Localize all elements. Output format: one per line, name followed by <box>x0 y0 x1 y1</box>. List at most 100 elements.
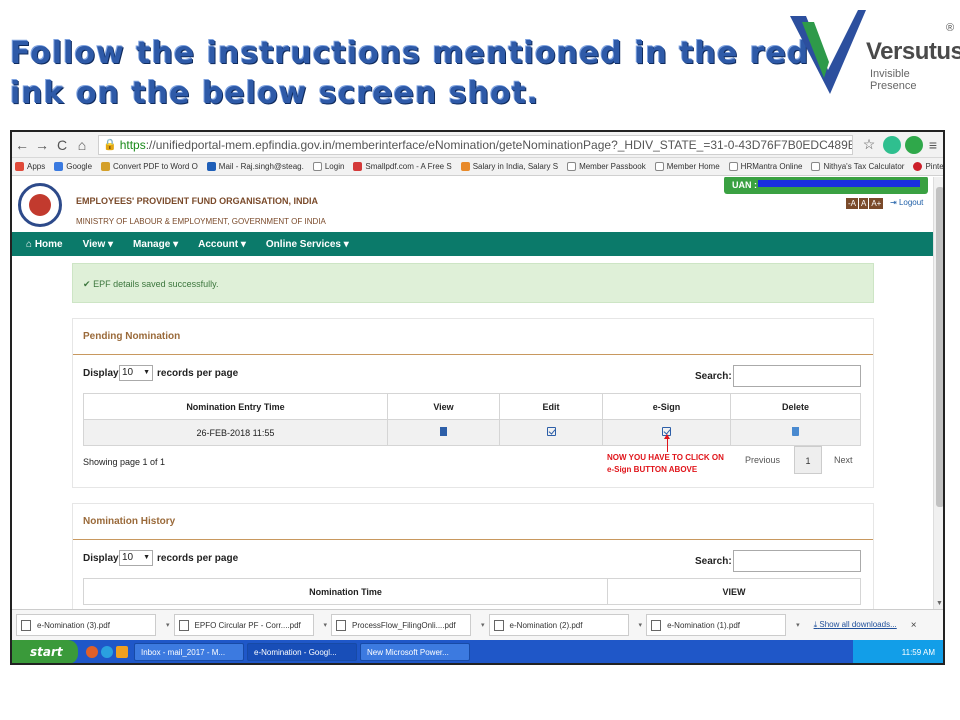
bookmark-login[interactable]: Login <box>312 162 344 171</box>
org-name: EMPLOYEES' PROVIDENT FUND ORGANISATION, … <box>76 196 318 206</box>
page-number-button[interactable]: 1 <box>794 446 823 474</box>
column-header: VIEW <box>607 578 861 605</box>
brand-tagline: Invisible Presence <box>870 68 917 92</box>
nomination-history-panel: Nomination History Display 10 ▼ records p… <box>72 503 874 609</box>
nav-view[interactable]: View ▾ <box>83 239 113 250</box>
scroll-thumb[interactable] <box>936 187 943 507</box>
bookmark-apps[interactable]: Apps <box>15 162 45 171</box>
extension-icon[interactable] <box>905 135 923 154</box>
nav-home[interactable]: ⌂ Home <box>26 239 63 250</box>
start-button[interactable]: start <box>12 640 78 663</box>
chrome-icon[interactable] <box>86 646 98 658</box>
scroll-down-icon[interactable]: ▼ <box>936 600 943 607</box>
caret-down-icon[interactable]: ▾ <box>796 621 800 629</box>
table-toolbar: Display 10 ▼ records per page Search: <box>73 355 873 391</box>
caret-down-icon: ▾ <box>173 238 179 250</box>
portal-header: EMPLOYEES' PROVIDENT FUND ORGANISATION, … <box>12 177 933 232</box>
bookmark-tax[interactable]: Nithya's Tax Calculator <box>811 162 904 171</box>
bookmark-convert-pdf[interactable]: Convert PDF to Word O <box>101 162 198 171</box>
pagination-info: Showing page 1 of 1 <box>83 457 166 467</box>
bookmark-mail[interactable]: Mail - Raj.singh@steag. <box>206 162 304 171</box>
font-normal-button[interactable]: A <box>859 198 869 209</box>
pagination: Previous 1 Next <box>745 446 853 474</box>
forward-icon[interactable]: → <box>32 137 52 153</box>
taskbar-item[interactable]: e-Nomination - Googl... <box>247 643 357 661</box>
download-item[interactable]: ProcessFlow_FilingOnli....pdf <box>331 614 472 636</box>
search-input[interactable] <box>733 365 861 387</box>
caret-down-icon: ▾ <box>343 238 349 250</box>
uan-badge: UAN : <box>724 177 928 194</box>
logout-link[interactable]: ⇥ Logout <box>890 198 923 207</box>
previous-page-button[interactable]: Previous <box>745 455 780 465</box>
bookmark-passbook[interactable]: Member Passbook <box>567 162 646 171</box>
bookmark-smallpdf[interactable]: Smallpdf.com - A Free S <box>353 162 452 171</box>
lock-icon: 🔒 <box>103 139 117 151</box>
caret-down-icon: ▾ <box>108 238 114 250</box>
taskbar-item[interactable]: New Microsoft Power... <box>360 643 470 661</box>
red-arrow-annotation <box>664 434 670 453</box>
nav-manage[interactable]: Manage ▾ <box>133 239 178 250</box>
bookmark-hrmantra[interactable]: HRMantra Online <box>728 162 802 171</box>
view-document-icon[interactable] <box>440 427 447 436</box>
pinterest-icon <box>913 162 923 171</box>
panel-title: Pending Nomination <box>73 319 873 355</box>
menu-icon[interactable]: ≡ <box>923 137 943 153</box>
download-item[interactable]: e-Nomination (2).pdf <box>488 614 629 636</box>
home-icon[interactable]: ⌂ <box>72 137 92 153</box>
smallpdf-icon <box>353 162 363 171</box>
pending-nomination-table: Nomination Entry Time View Edit e-Sign D… <box>83 393 861 446</box>
caret-down-icon[interactable]: ▾ <box>324 621 328 629</box>
download-item[interactable]: e-Nomination (3).pdf <box>16 614 156 636</box>
search-input[interactable] <box>733 550 861 572</box>
extension-icon[interactable] <box>883 135 901 154</box>
caret-down-icon[interactable]: ▾ <box>166 621 170 629</box>
font-size-controls: -A A A+ <box>846 198 884 209</box>
outlook-icon[interactable] <box>116 646 128 658</box>
quick-launch <box>86 646 131 658</box>
page-icon <box>567 162 577 171</box>
font-increase-button[interactable]: A+ <box>869 198 884 209</box>
taskbar-item[interactable]: Inbox - mail_2017 - M... <box>134 643 244 661</box>
bookmark-salary[interactable]: Salary in India, Salary S <box>460 162 558 171</box>
salary-icon <box>460 162 470 171</box>
ministry-name: MINISTRY OF LABOUR & EMPLOYMENT, GOVERNM… <box>76 217 326 226</box>
caret-down-icon[interactable]: ▾ <box>481 621 485 629</box>
bookmarks-bar: Apps Google Convert PDF to Word O Mail -… <box>12 158 943 176</box>
table-row: 26-FEB-2018 11:55 <box>83 419 861 446</box>
font-decrease-button[interactable]: -A <box>846 198 858 209</box>
windows-taskbar: start Inbox - mail_2017 - M... e-Nominat… <box>12 640 943 663</box>
column-header: View <box>387 393 500 420</box>
edit-icon[interactable] <box>546 427 556 436</box>
close-icon[interactable]: × <box>911 620 917 631</box>
reload-icon[interactable]: C <box>52 137 72 153</box>
column-header: Nomination Entry Time <box>83 393 388 420</box>
page-scrollbar[interactable]: ▼ <box>933 177 943 609</box>
next-page-button[interactable]: Next <box>834 455 853 465</box>
bookmark-pinterest[interactable]: Pinterest <box>913 162 943 171</box>
url-text: ://unifiedportal-mem.epfindia.gov.in/mem… <box>145 137 852 152</box>
download-item[interactable]: EPFO Circular PF - Corr....pdf <box>173 614 314 636</box>
back-icon[interactable]: ← <box>12 137 32 153</box>
panel-title: Nomination History <box>73 504 873 540</box>
address-bar: ← → C ⌂ 🔒 https ://unifiedportal-mem.epf… <box>12 132 943 158</box>
google-icon <box>54 162 64 171</box>
uan-redaction <box>758 180 920 187</box>
system-tray: 11:59 AM <box>853 640 943 663</box>
caret-down-icon: ▼ <box>143 369 150 376</box>
download-item[interactable]: e-Nomination (1).pdf <box>646 614 787 636</box>
nav-online-services[interactable]: Online Services ▾ <box>266 239 349 250</box>
caret-down-icon[interactable]: ▾ <box>639 621 643 629</box>
delete-trash-icon[interactable] <box>792 427 799 436</box>
bookmark-google[interactable]: Google <box>54 162 92 171</box>
epfo-emblem-icon <box>18 183 62 227</box>
page-size-select[interactable]: 10 ▼ <box>119 365 153 381</box>
bookmark-member-home[interactable]: Member Home <box>654 162 720 171</box>
caret-down-icon: ▾ <box>240 238 246 250</box>
nav-account[interactable]: Account ▾ <box>198 239 246 250</box>
url-field[interactable]: 🔒 https ://unifiedportal-mem.epfindia.go… <box>98 134 853 155</box>
pdf-file-icon <box>178 619 189 631</box>
bookmark-star-icon[interactable]: ☆ <box>859 136 879 153</box>
page-size-select[interactable]: 10 ▼ <box>119 550 153 566</box>
ie-icon[interactable] <box>101 646 113 658</box>
show-all-downloads-link[interactable]: ⤓ Show all downloads... <box>814 620 897 630</box>
